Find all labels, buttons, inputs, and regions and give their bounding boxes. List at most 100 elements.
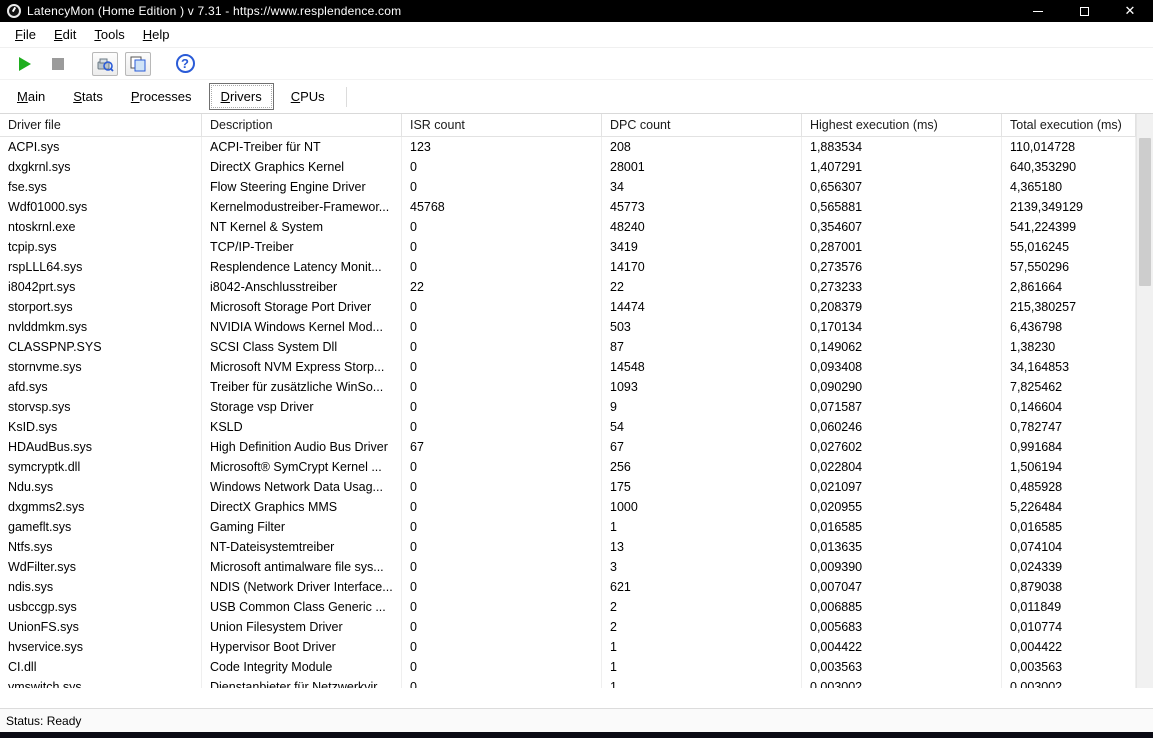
column-header-isr-count[interactable]: ISR count bbox=[402, 114, 602, 136]
table-cell: storport.sys bbox=[0, 297, 202, 317]
table-cell: 0 bbox=[402, 577, 602, 597]
table-row[interactable]: KsID.sys KSLD 0 54 0,060246 0,782747 bbox=[0, 417, 1136, 437]
table-row[interactable]: UnionFS.sys Union Filesystem Driver 0 2 0,00… bbox=[0, 617, 1136, 637]
table-cell: 1,407291 bbox=[802, 157, 1002, 177]
table-cell: 0,485928 bbox=[1002, 477, 1136, 497]
scrollbar-thumb[interactable] bbox=[1139, 138, 1151, 286]
start-monitor-button[interactable] bbox=[12, 52, 38, 76]
table-row[interactable]: Ndu.sys Windows Network Data Usag... 0 175 0… bbox=[0, 477, 1136, 497]
table-cell: WdFilter.sys bbox=[0, 557, 202, 577]
table-cell: 640,353290 bbox=[1002, 157, 1136, 177]
table-cell: 0 bbox=[402, 597, 602, 617]
table-cell: 1000 bbox=[602, 497, 802, 517]
toolbar: ? bbox=[0, 48, 1153, 80]
menu-item-edit[interactable]: Edit bbox=[45, 24, 85, 45]
table-row[interactable]: ntoskrnl.exe NT Kernel & System 0 48240 0,35… bbox=[0, 217, 1136, 237]
table-cell: 0 bbox=[402, 237, 602, 257]
help-icon: ? bbox=[175, 54, 195, 73]
table-cell: storvsp.sys bbox=[0, 397, 202, 417]
table-row[interactable]: dxgkrnl.sys DirectX Graphics Kernel 0 28001… bbox=[0, 157, 1136, 177]
table-cell: 0,003002 bbox=[1002, 677, 1136, 688]
table-header: Driver file Description ISR count DPC count… bbox=[0, 114, 1136, 137]
table-cell: ACPI.sys bbox=[0, 137, 202, 157]
column-header-description[interactable]: Description bbox=[202, 114, 402, 136]
table-cell: 0,354607 bbox=[802, 217, 1002, 237]
table-cell: fse.sys bbox=[0, 177, 202, 197]
table-row[interactable]: ndis.sys NDIS (Network Driver Interface..… bbox=[0, 577, 1136, 597]
table-cell: 0 bbox=[402, 397, 602, 417]
window-controls: ✕ bbox=[1015, 0, 1153, 22]
vertical-scrollbar[interactable] bbox=[1136, 114, 1153, 688]
maximize-button[interactable] bbox=[1061, 0, 1107, 22]
table-row[interactable]: usbccgp.sys USB Common Class Generic ... 0… bbox=[0, 597, 1136, 617]
copy-report-button[interactable] bbox=[125, 51, 151, 76]
table-cell: 57,550296 bbox=[1002, 257, 1136, 277]
tab-drivers[interactable]: Drivers bbox=[208, 83, 274, 110]
table-cell: 1,38230 bbox=[1002, 337, 1136, 357]
table-row[interactable]: stornvme.sys Microsoft NVM Express Storp.… bbox=[0, 357, 1136, 377]
table-row[interactable]: Wdf01000.sys Kernelmodustreiber-Framewor.… bbox=[0, 197, 1136, 217]
table-row[interactable]: storvsp.sys Storage vsp Driver 0 9 0,071587 0… bbox=[0, 397, 1136, 417]
column-header-total-execution-ms-[interactable]: Total execution (ms) bbox=[1002, 114, 1136, 136]
table-cell: 0 bbox=[402, 357, 602, 377]
table-cell: 0,016585 bbox=[1002, 517, 1136, 537]
table-row[interactable]: gameflt.sys Gaming Filter 0 1 0,016585 0,0165… bbox=[0, 517, 1136, 537]
table-cell: 0,149062 bbox=[802, 337, 1002, 357]
table-row[interactable]: vmswitch.sys Dienstanbieter für Netzwerkv… bbox=[0, 677, 1136, 688]
tab-bar: Main Stats Processes Drivers CPUs bbox=[0, 80, 1153, 114]
table-row[interactable]: storport.sys Microsoft Storage Port Drive… bbox=[0, 297, 1136, 317]
table-cell: 1 bbox=[602, 517, 802, 537]
title-bar: LatencyMon (Home Edition ) v 7.31 - http… bbox=[0, 0, 1153, 22]
tab-processes[interactable]: Processes bbox=[120, 84, 203, 109]
table-row[interactable]: afd.sys Treiber für zusätzliche WinSo... 0… bbox=[0, 377, 1136, 397]
table-row[interactable]: fse.sys Flow Steering Engine Driver 0 34 0,6… bbox=[0, 177, 1136, 197]
table-cell: tcpip.sys bbox=[0, 237, 202, 257]
table-cell: Microsoft® SymCrypt Kernel ... bbox=[202, 457, 402, 477]
table-cell: stornvme.sys bbox=[0, 357, 202, 377]
table-cell: NDIS (Network Driver Interface... bbox=[202, 577, 402, 597]
table-row[interactable]: hvservice.sys Hypervisor Boot Driver 0 1 0,0… bbox=[0, 637, 1136, 657]
table-cell: 4,365180 bbox=[1002, 177, 1136, 197]
status-text: Status: Ready bbox=[6, 713, 82, 728]
table-row[interactable]: symcryptk.dll Microsoft® SymCrypt Kernel … bbox=[0, 457, 1136, 477]
column-header-dpc-count[interactable]: DPC count bbox=[602, 114, 802, 136]
table-row[interactable]: ACPI.sys ACPI-Treiber für NT 123 208 1,88353… bbox=[0, 137, 1136, 157]
tab-stats[interactable]: Stats bbox=[62, 84, 114, 109]
close-button[interactable]: ✕ bbox=[1107, 0, 1153, 22]
minimize-button[interactable] bbox=[1015, 0, 1061, 22]
column-header-driver-file[interactable]: Driver file bbox=[0, 114, 202, 136]
table-row[interactable]: tcpip.sys TCP/IP-Treiber 0 3419 0,287001 55,0… bbox=[0, 237, 1136, 257]
table-cell: 22 bbox=[602, 277, 802, 297]
table-cell: 0 bbox=[402, 317, 602, 337]
tab-cpus[interactable]: CPUs bbox=[280, 84, 336, 109]
stop-monitor-button[interactable] bbox=[45, 52, 71, 76]
table-cell: 2 bbox=[602, 597, 802, 617]
tab-main[interactable]: Main bbox=[6, 84, 56, 109]
table-row[interactable]: nvlddmkm.sys NVIDIA Windows Kernel Mod...… bbox=[0, 317, 1136, 337]
table-row[interactable]: dxgmms2.sys DirectX Graphics MMS 0 1000 0,02… bbox=[0, 497, 1136, 517]
column-header-highest-execution-ms-[interactable]: Highest execution (ms) bbox=[802, 114, 1002, 136]
table-cell: 2 bbox=[602, 617, 802, 637]
table-body: ACPI.sys ACPI-Treiber für NT 123 208 1,88353… bbox=[0, 137, 1136, 688]
table-cell: 2,861664 bbox=[1002, 277, 1136, 297]
table-cell: Kernelmodustreiber-Framewor... bbox=[202, 197, 402, 217]
table-cell: 0 bbox=[402, 477, 602, 497]
table-cell: 0,273233 bbox=[802, 277, 1002, 297]
table-row[interactable]: WdFilter.sys Microsoft antimalware file s… bbox=[0, 557, 1136, 577]
table-row[interactable]: Ntfs.sys NT-Dateisystemtreiber 0 13 0,013635… bbox=[0, 537, 1136, 557]
minimize-icon bbox=[1033, 10, 1043, 12]
help-button[interactable]: ? bbox=[172, 52, 198, 76]
menu-item-help[interactable]: Help bbox=[134, 24, 179, 45]
table-cell: 503 bbox=[602, 317, 802, 337]
table-row[interactable]: CLASSPNP.SYS SCSI Class System Dll 0 87 0,14… bbox=[0, 337, 1136, 357]
table-row[interactable]: rspLLL64.sys Resplendence Latency Monit..… bbox=[0, 257, 1136, 277]
menu-item-file[interactable]: File bbox=[6, 24, 45, 45]
table-row[interactable]: i8042prt.sys i8042-Anschlusstreiber 22 22 0,… bbox=[0, 277, 1136, 297]
table-cell: Ntfs.sys bbox=[0, 537, 202, 557]
driver-tool-button[interactable] bbox=[92, 51, 118, 76]
menu-item-tools[interactable]: Tools bbox=[85, 24, 133, 45]
table-row[interactable]: CI.dll Code Integrity Module 0 1 0,003563 0,0… bbox=[0, 657, 1136, 677]
table-cell: 34 bbox=[602, 177, 802, 197]
table-row[interactable]: HDAudBus.sys High Definition Audio Bus Dr… bbox=[0, 437, 1136, 457]
table-cell: 14548 bbox=[602, 357, 802, 377]
